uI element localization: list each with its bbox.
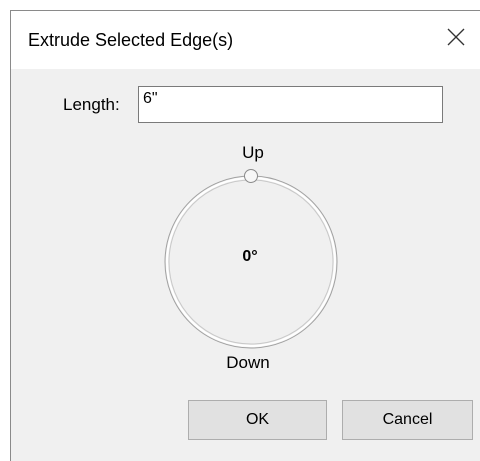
cancel-button[interactable]: Cancel [342,400,473,440]
close-button[interactable] [436,11,480,69]
dial-down-label: Down [226,353,270,372]
close-icon [447,28,465,46]
dial-angle-value: 0° [242,248,258,265]
title-bar: Extrude Selected Edge(s) [11,11,480,69]
ok-button[interactable]: OK [188,400,327,440]
extrude-dialog: Extrude Selected Edge(s) Length: Up 0° D… [10,10,480,461]
dial-handle[interactable] [244,169,258,183]
dialog-title: Extrude Selected Edge(s) [28,30,234,50]
dial-up-label: Up [242,143,264,162]
length-label: Length: [63,95,120,114]
length-input[interactable] [138,86,443,123]
